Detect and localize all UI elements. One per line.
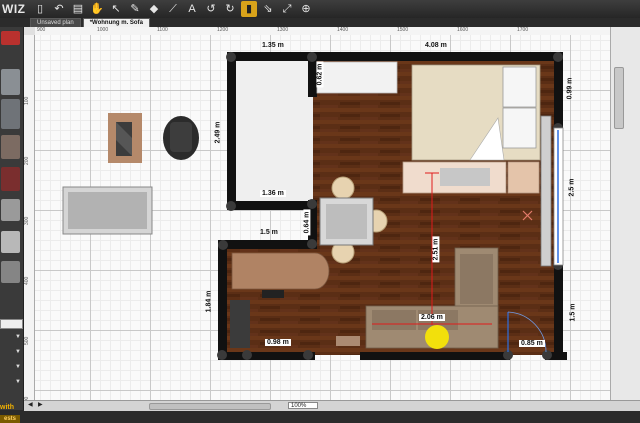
ruler-tick-label: 300: [24, 216, 30, 225]
dim-bottom-left: 0.98 m: [265, 339, 291, 346]
hand-pan-icon[interactable]: ✋: [89, 1, 105, 17]
bookshelf-furniture[interactable]: [230, 300, 250, 348]
catalog-scroll-down-icon[interactable]: ▼: [14, 332, 22, 342]
ruler-tick-label: 1100: [157, 27, 168, 33]
ruler-tick-label: 400: [24, 276, 30, 285]
dim-right-lower: 1.5 m: [569, 303, 577, 322]
ruler-tick-label: 1500: [397, 27, 409, 33]
dim-bottom-right: 0.85 m: [519, 340, 545, 347]
redo-icon[interactable]: ↻: [222, 1, 238, 17]
vertical-scrollbar[interactable]: [610, 27, 640, 400]
mirror-panel-furniture[interactable]: [62, 186, 153, 235]
ruler-corner: [24, 27, 35, 35]
tv-stand-furniture[interactable]: [108, 113, 142, 163]
dim-lower-left-height: 1.84 m: [205, 290, 213, 313]
catalog-item-chair-red[interactable]: [1, 167, 20, 191]
main-toolbar: WIZ ▯ ↶ ▤ ✋ ↖ ✎ ◆ ⟋ A ↺ ↻ ▮ ⇘ ⤢ ⊕: [0, 0, 640, 18]
ruler-tick-label: 1200: [217, 27, 229, 33]
ruler-tick-label: 1700: [517, 27, 529, 33]
print-icon[interactable]: ▤: [70, 1, 86, 17]
dim-left-room-height: 2.49 m: [214, 121, 222, 144]
dresser-furniture[interactable]: [402, 161, 540, 194]
dim-top-left: 1.35 m: [262, 42, 284, 49]
dim-right-upper: 0.99 m: [566, 77, 574, 100]
catalog-item-cabinet[interactable]: [1, 261, 20, 283]
rotate-icon[interactable]: ⇘: [260, 1, 276, 17]
catalog-search-input[interactable]: [0, 319, 23, 329]
horizontal-scroll-thumb[interactable]: [149, 403, 271, 410]
app-logo: WIZ: [2, 2, 26, 16]
ruler-left: 100200300400500600: [24, 35, 35, 405]
bed-furniture[interactable]: [411, 64, 541, 161]
ruler-tick-label: 1400: [337, 27, 349, 33]
vertical-scroll-thumb[interactable]: [614, 67, 624, 129]
ruler-tick-label: 1600: [457, 27, 469, 33]
ruler-tick-label: 200: [24, 156, 30, 165]
select-arrow-icon[interactable]: ↖: [108, 1, 124, 17]
catalog-sidebar: ▼ ▼ ▼ ▼ with ests: [0, 27, 24, 423]
dim-right-mid: 2.5 m: [568, 178, 576, 197]
ruler-tick-label: 500: [24, 336, 30, 345]
snap-icon[interactable]: ▮: [241, 1, 257, 17]
dim-mid-pillar: 0.64 m: [303, 209, 311, 236]
catalog-item-lamp[interactable]: [1, 231, 20, 253]
catalog-item-table[interactable]: [1, 199, 20, 221]
catalog-scroll-down-icon[interactable]: ▼: [14, 362, 22, 372]
text-icon[interactable]: A: [184, 1, 200, 17]
status-bar: ◀ ▶ 100%: [24, 400, 640, 411]
measure-icon[interactable]: ⟋: [165, 1, 181, 17]
zoom-select[interactable]: 100%: [288, 402, 318, 409]
document-tabs: Unsaved plan *Wohnung m. Sofa: [30, 18, 150, 28]
ruler-tick-label: 1300: [277, 27, 289, 33]
ruler-tick-label: 100: [24, 96, 30, 105]
fit-view-icon[interactable]: ⤢: [279, 1, 295, 17]
dim-left-room-width: 1.36 m: [260, 190, 286, 197]
dim-sofa-width: 2.06 m: [419, 314, 445, 321]
toolbar-icons: ▯ ↶ ▤ ✋ ↖ ✎ ◆ ⟋ A ↺ ↻ ▮ ⇘ ⤢ ⊕: [32, 1, 314, 17]
cursor-highlight: [425, 325, 449, 349]
paint-bucket-icon[interactable]: ◆: [146, 1, 162, 17]
floor-plan-canvas[interactable]: 1.35 m 4.08 m 0.62 m 0.99 m 2.49 m 1.36 …: [35, 35, 610, 400]
catalog-scroll-down-icon[interactable]: ▼: [14, 377, 22, 387]
new-file-icon[interactable]: ▯: [32, 1, 48, 17]
nav-prev-icon[interactable]: ◀: [28, 402, 33, 409]
dim-top-right: 4.08 m: [425, 42, 447, 49]
ruler-tick-label: 1000: [97, 27, 109, 33]
undo-icon[interactable]: ↺: [203, 1, 219, 17]
promo-badge[interactable]: ests: [0, 415, 20, 423]
dim-center-vertical: 2.51 m: [432, 236, 440, 263]
catalog-scroll-down-icon[interactable]: ▼: [14, 347, 22, 357]
catalog-item-armchair[interactable]: [1, 99, 20, 129]
dim-mid-left: 1.5 m: [260, 229, 278, 236]
undo-arrow-icon[interactable]: ↶: [51, 1, 67, 17]
nav-next-icon[interactable]: ▶: [38, 402, 43, 409]
catalog-item-bar[interactable]: [1, 31, 20, 45]
pen-draw-icon[interactable]: ✎: [127, 1, 143, 17]
catalog-item-shelf[interactable]: [1, 135, 20, 159]
wardrobe-cabinet[interactable]: [316, 61, 398, 94]
zoom-icon[interactable]: ⊕: [298, 1, 314, 17]
catalog-item-sofa[interactable]: [1, 69, 20, 95]
ruler-tick-label: 900: [37, 27, 46, 33]
rug-small[interactable]: [336, 336, 360, 346]
dim-closet-height: 0.62 m: [316, 61, 324, 88]
office-chair-furniture[interactable]: [163, 116, 199, 160]
